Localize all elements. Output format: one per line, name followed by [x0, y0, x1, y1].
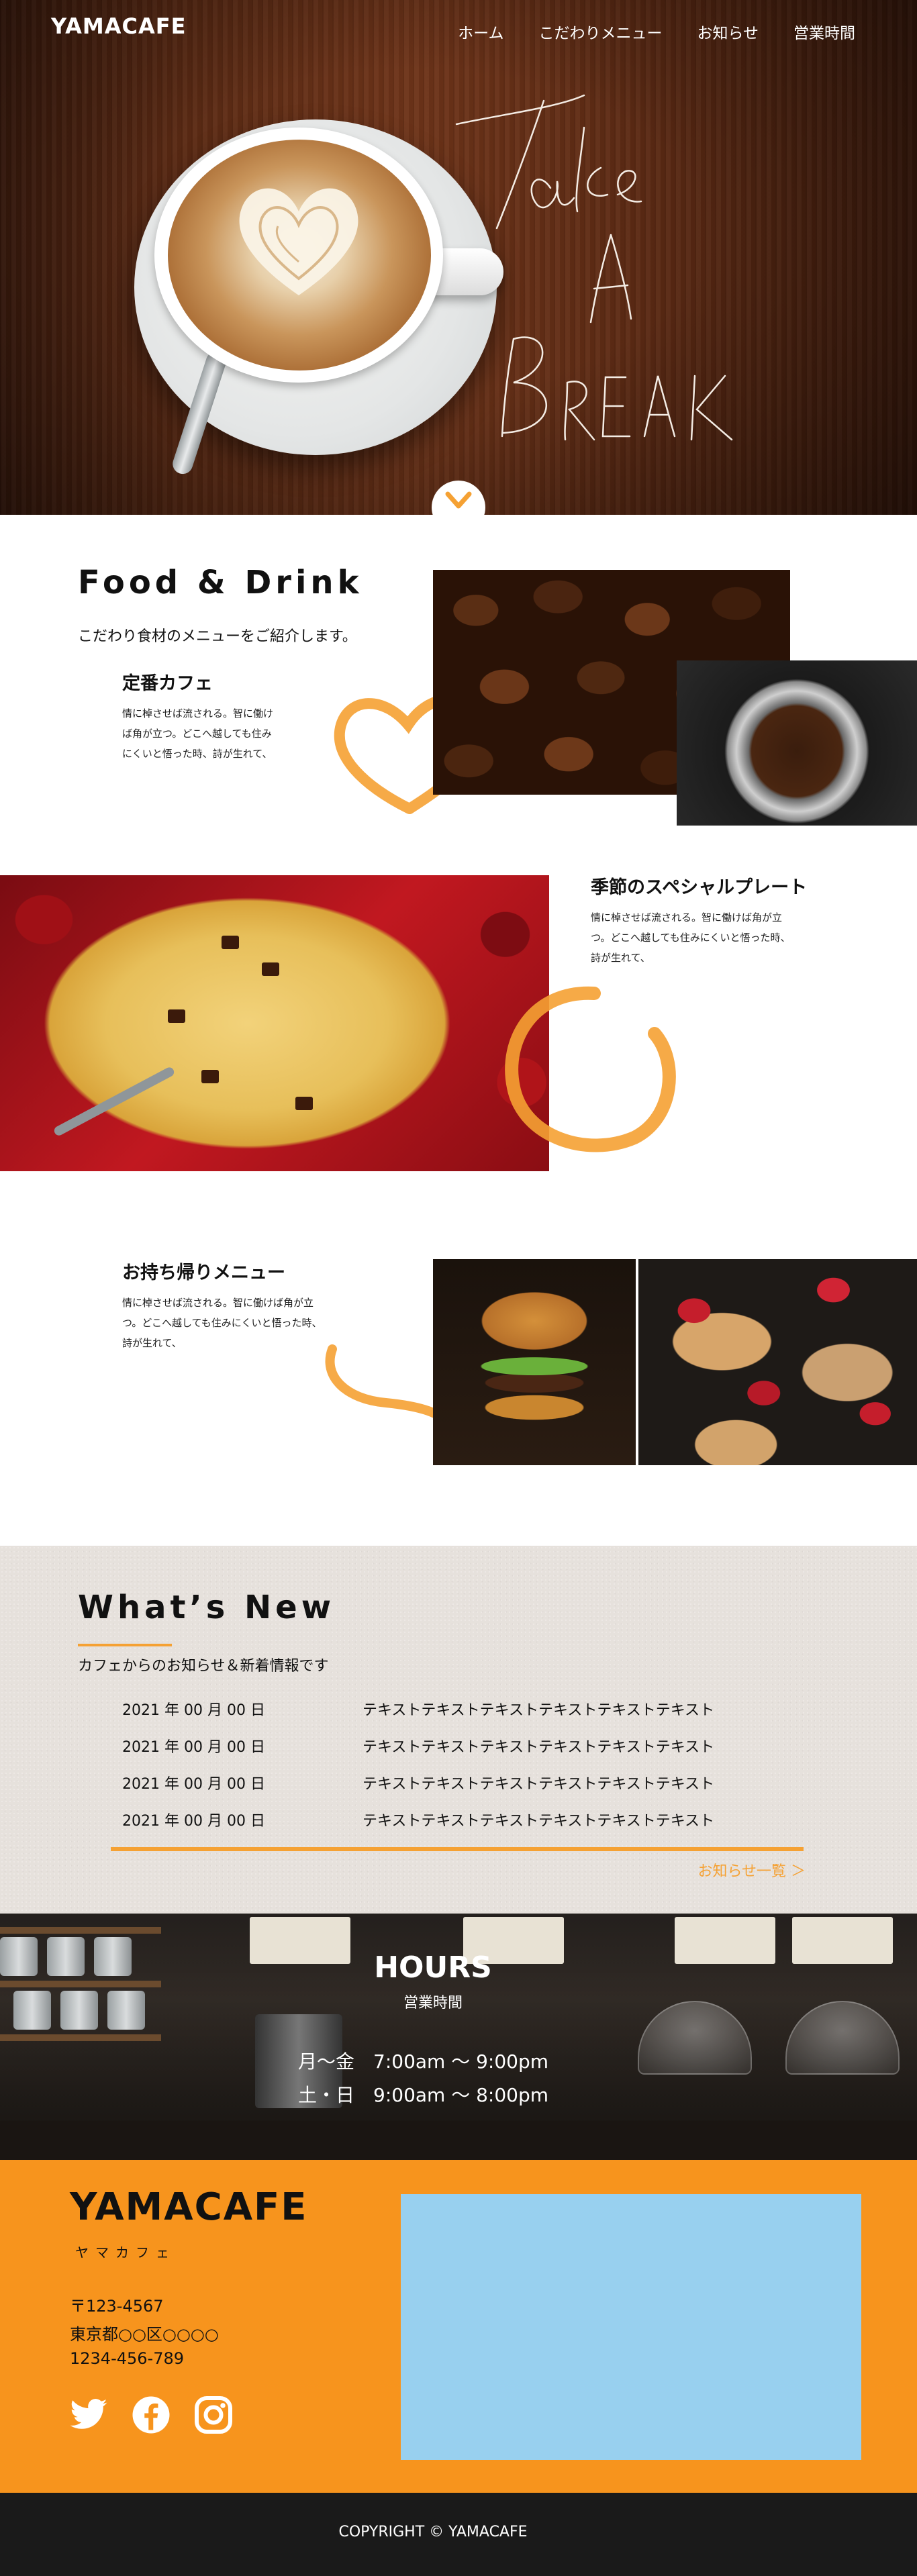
footer-logo[interactable]: YAMACAFE [70, 2185, 308, 2229]
hours-subtitle: 営業時間 [403, 1995, 463, 2012]
shelf [0, 2034, 161, 2041]
main-nav: ホーム こだわりメニュー お知らせ 営業時間 [458, 20, 855, 43]
text-line: にくいと悟った時、詩が生れて、 [122, 748, 273, 760]
footer-logo-kana: ヤマカフェ [75, 2244, 176, 2261]
news-divider [111, 1847, 804, 1851]
news-title-underline [78, 1644, 172, 1646]
nav-item-home[interactable]: ホーム [458, 20, 503, 43]
news-title: What’s New [78, 1589, 336, 1626]
latte-art-heart-icon [239, 188, 358, 295]
take-a-break-script [455, 94, 733, 441]
footer-postal-code: 〒123-4567 [70, 2297, 164, 2316]
counter-image [0, 2121, 917, 2160]
menu-item-text-takeout: 情に棹させば流される。智に働けば角が立 つ。どこへ越しても住みにくいと悟った時、… [122, 1293, 322, 1353]
news-date: 2021 年 00 月 00 日 [122, 1776, 265, 1793]
menu-item-title-seasonal-plate: 季節のスペシャルプレート [591, 877, 808, 898]
footer-phone: 1234-456-789 [70, 2349, 185, 2368]
news-date: 2021 年 00 月 00 日 [122, 1702, 265, 1719]
food-drink-title: Food & Drink [78, 564, 363, 601]
chocolate-piece [168, 1009, 185, 1023]
instagram-icon[interactable] [193, 2395, 234, 2435]
chocolate-piece [201, 1070, 219, 1083]
chocolate-piece [222, 936, 239, 949]
burger-image [433, 1259, 636, 1465]
text-line: 情に棹させば流される。智に働けば角が立 [122, 1297, 314, 1309]
text-line: 情に棹させば流される。智に働けば角が立 [591, 911, 783, 924]
news-link[interactable]: テキストテキストテキストテキストテキストテキスト [363, 1809, 714, 1830]
menu-item-text-regular-cafe: 情に棹させば流される。智に働け ば角が立つ。どこへ越しても住み にくいと悟った時… [122, 703, 273, 764]
text-line: つ。どこへ越しても住みにくいと悟った時、 [122, 1317, 322, 1329]
facebook-icon[interactable] [131, 2395, 171, 2435]
chocolate-piece [262, 962, 279, 976]
menu-item-title-takeout: お持ち帰りメニュー [122, 1262, 285, 1283]
chocolate-piece [295, 1097, 313, 1110]
text-line: つ。どこへ越しても住みにくいと悟った時、 [591, 932, 791, 944]
text-line: 詩が生れて、 [122, 1337, 182, 1349]
shelf [0, 1927, 161, 1934]
hero-section: YAMACAFE ホーム こだわりメニュー お知らせ 営業時間 [0, 0, 917, 515]
hours-title: HOURS [374, 1950, 492, 1985]
croissant-image [638, 1259, 917, 1465]
news-more-link[interactable]: お知らせ一覧 ＞ [697, 1859, 806, 1881]
news-link[interactable]: テキストテキストテキストテキストテキストテキスト [363, 1735, 714, 1756]
ground-coffee-image [677, 660, 917, 826]
news-date: 2021 年 00 月 00 日 [122, 1739, 265, 1756]
news-date: 2021 年 00 月 00 日 [122, 1813, 265, 1830]
nav-item-hours[interactable]: 営業時間 [793, 20, 855, 43]
copyright-text: COPYRIGHT © YAMACAFE [338, 2524, 528, 2540]
circle-brush-decoration-icon [505, 986, 676, 1152]
crepe-plate-image [0, 875, 549, 1171]
menu-item-text-seasonal-plate: 情に棹させば流される。智に働けば角が立 つ。どこへ越しても住みにくいと悟った時、… [591, 907, 790, 968]
menu-item-title-regular-cafe: 定番カフェ [122, 673, 213, 694]
text-line: 詩が生れて、 [591, 952, 650, 964]
text-line: 情に棹させば流される。智に働け [122, 707, 274, 720]
site-logo[interactable]: YAMACAFE [51, 13, 186, 39]
nav-item-menu[interactable]: こだわりメニュー [538, 20, 662, 43]
text-line: ば角が立つ。どこへ越しても住み [122, 728, 272, 740]
map-placeholder[interactable] [401, 2194, 861, 2460]
twitter-icon[interactable] [68, 2395, 109, 2435]
hours-weekend: 土・日 9:00am 〜 8:00pm [298, 2084, 549, 2106]
chevron-down-icon[interactable] [432, 481, 485, 521]
nav-item-news[interactable]: お知らせ [697, 20, 759, 43]
news-link[interactable]: テキストテキストテキストテキストテキストテキスト [363, 1698, 714, 1720]
hours-weekday: 月〜金 7:00am 〜 9:00pm [298, 2050, 549, 2073]
food-drink-lead: こだわり食材のメニューをご紹介します。 [78, 628, 357, 645]
fork-image [52, 1065, 176, 1138]
news-link[interactable]: テキストテキストテキストテキストテキストテキスト [363, 1772, 714, 1793]
footer-address: 東京都○○区○○○○ [70, 2325, 219, 2344]
news-lead: カフェからのお知らせ＆新着情報です [78, 1658, 329, 1675]
